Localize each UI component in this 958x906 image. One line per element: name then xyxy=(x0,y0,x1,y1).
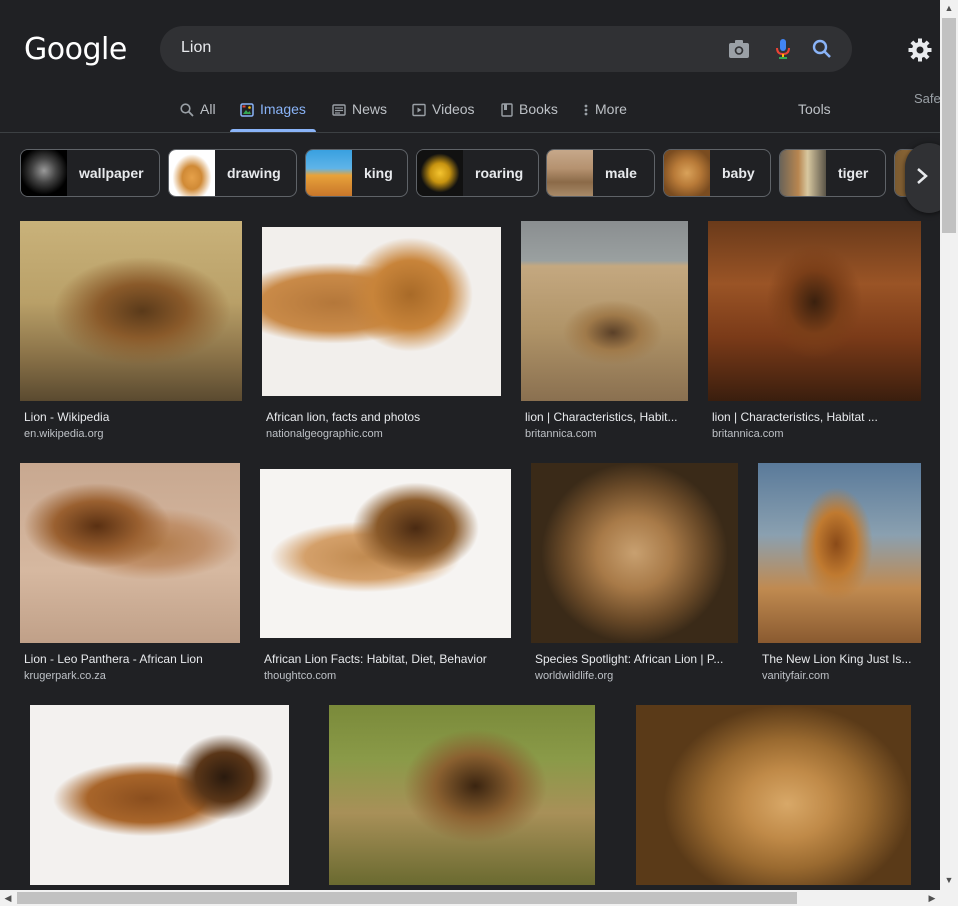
chip-roaring[interactable]: roaring xyxy=(416,149,539,197)
chip-thumbnail xyxy=(169,150,215,196)
vertical-scroll-thumb[interactable] xyxy=(942,18,956,233)
chevron-right-icon xyxy=(915,166,929,191)
result-thumbnail[interactable] xyxy=(329,705,595,885)
chip-label: wallpaper xyxy=(79,165,144,181)
result-source: krugerpark.co.za xyxy=(24,670,106,682)
safesearch-label[interactable]: Safe xyxy=(914,91,941,106)
result-title[interactable]: lion | Characteristics, Habit... xyxy=(525,410,688,424)
result-title[interactable]: lion | Characteristics, Habitat ... xyxy=(712,410,921,424)
chip-baby[interactable]: baby xyxy=(663,149,771,197)
chip-label: male xyxy=(605,165,637,181)
books-icon xyxy=(501,101,513,120)
search-icon xyxy=(180,101,194,120)
chip-thumbnail xyxy=(664,150,710,196)
scroll-right-arrow-icon[interactable]: ▶ xyxy=(924,890,940,906)
result-thumbnail[interactable] xyxy=(708,221,921,401)
result-source: vanityfair.com xyxy=(762,670,830,682)
result-title[interactable]: Species Spotlight: African Lion | P... xyxy=(535,652,738,666)
chip-drawing[interactable]: drawing xyxy=(168,149,297,197)
result-thumbnail[interactable] xyxy=(636,705,911,885)
microphone-icon[interactable] xyxy=(771,37,795,61)
tab-label: Images xyxy=(260,101,306,117)
tab-label: More xyxy=(595,101,627,117)
result-title[interactable]: The New Lion King Just Is... xyxy=(762,652,921,666)
result-source: worldwildlife.org xyxy=(535,670,614,682)
result-thumbnail[interactable] xyxy=(521,221,688,401)
tabs-divider xyxy=(0,132,940,133)
result-title[interactable]: African lion, facts and photos xyxy=(266,410,501,424)
tab-videos[interactable]: Videos xyxy=(412,94,475,132)
tab-books[interactable]: Books xyxy=(501,94,558,132)
scroll-left-arrow-icon[interactable]: ◀ xyxy=(0,890,16,906)
result-source: britannica.com xyxy=(712,428,784,440)
result-thumbnail[interactable] xyxy=(758,463,921,643)
result-title[interactable]: Lion - Leo Panthera - African Lion xyxy=(24,652,240,666)
result-source: thoughtco.com xyxy=(264,670,337,682)
tab-more[interactable]: More xyxy=(583,94,627,132)
result-source: nationalgeographic.com xyxy=(266,428,383,440)
result-thumbnail[interactable] xyxy=(531,463,738,643)
more-icon xyxy=(583,101,589,120)
search-box[interactable]: Lion xyxy=(160,26,852,72)
tab-label: All xyxy=(200,101,216,117)
result-thumbnail[interactable] xyxy=(262,227,501,396)
horizontal-scrollbar[interactable]: ◀ ▶ xyxy=(0,890,958,906)
news-icon xyxy=(332,101,346,120)
tab-all[interactable]: All xyxy=(180,94,216,132)
search-icon[interactable] xyxy=(810,37,834,61)
tab-label: Videos xyxy=(432,101,475,117)
tab-images[interactable]: Images xyxy=(230,94,316,132)
chip-label: baby xyxy=(722,165,755,181)
chip-label: king xyxy=(364,165,393,181)
chip-label: roaring xyxy=(475,165,524,181)
tab-label: Books xyxy=(519,101,558,117)
chip-thumbnail xyxy=(21,150,67,196)
search-input[interactable]: Lion xyxy=(181,39,211,57)
horizontal-scroll-thumb[interactable] xyxy=(17,892,797,904)
result-thumbnail[interactable] xyxy=(260,469,511,638)
chip-label: tiger xyxy=(838,165,869,181)
google-logo[interactable]: Google xyxy=(24,32,127,67)
result-title[interactable]: Lion - Wikipedia xyxy=(24,410,242,424)
tab-label: News xyxy=(352,101,388,117)
chip-thumbnail xyxy=(780,150,826,196)
result-thumbnail[interactable] xyxy=(20,463,240,643)
chip-label: drawing xyxy=(227,165,281,181)
tools-button[interactable]: Tools xyxy=(798,101,831,117)
chip-thumbnail xyxy=(547,150,593,196)
videos-icon xyxy=(412,101,426,120)
images-icon xyxy=(240,101,254,120)
result-source: en.wikipedia.org xyxy=(24,428,104,440)
camera-icon[interactable] xyxy=(727,37,751,61)
chip-thumbnail xyxy=(417,150,463,196)
chip-tiger[interactable]: tiger xyxy=(779,149,886,197)
google-images-page: Google Lion All Images News Videos Books… xyxy=(0,0,958,906)
settings-gear-icon[interactable] xyxy=(907,37,933,63)
chip-thumbnail xyxy=(306,150,352,196)
chip-wallpaper[interactable]: wallpaper xyxy=(20,149,160,197)
tab-news[interactable]: News xyxy=(332,94,387,132)
vertical-scrollbar[interactable]: ▲ ▼ xyxy=(940,0,958,890)
result-title[interactable]: African Lion Facts: Habitat, Diet, Behav… xyxy=(264,652,511,666)
scroll-up-arrow-icon[interactable]: ▲ xyxy=(940,0,958,16)
scroll-down-arrow-icon[interactable]: ▼ xyxy=(940,872,958,888)
chip-male[interactable]: male xyxy=(546,149,655,197)
result-thumbnail[interactable] xyxy=(30,705,289,885)
result-thumbnail[interactable] xyxy=(20,221,242,401)
result-source: britannica.com xyxy=(525,428,597,440)
chip-king[interactable]: king xyxy=(305,149,408,197)
